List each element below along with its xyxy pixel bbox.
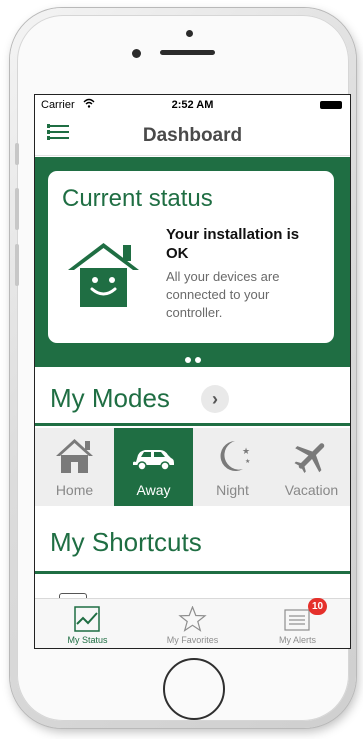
car-icon xyxy=(133,450,174,471)
tab-label: My Status xyxy=(67,635,108,645)
mute-switch xyxy=(15,143,19,165)
front-camera xyxy=(186,30,193,37)
home-button[interactable] xyxy=(163,658,225,720)
clock: 2:52 AM xyxy=(171,99,214,111)
status-card[interactable]: Current status Your installation is OK A… xyxy=(48,171,334,343)
tab-my-favorites[interactable]: My Favorites xyxy=(140,599,245,648)
tab-label: My Alerts xyxy=(278,635,316,645)
tab-label: My Favorites xyxy=(166,635,219,645)
status-card-title: Current status xyxy=(62,185,213,212)
chevron-right-icon[interactable]: › xyxy=(201,385,229,413)
star-icon xyxy=(178,606,207,632)
house-icon xyxy=(56,439,93,473)
happy-house-icon xyxy=(68,243,139,307)
svg-text:★: ★ xyxy=(242,447,250,457)
shortcuts-divider xyxy=(35,571,350,574)
page-title: Dashboard xyxy=(142,125,243,146)
mode-home[interactable]: Home xyxy=(35,428,114,506)
status-headline: Your installation is OK xyxy=(166,226,300,262)
earpiece-speaker xyxy=(160,50,215,55)
mode-vacation[interactable]: Vacation xyxy=(272,428,350,506)
tab-bar: My Status My Favorites My Alerts xyxy=(35,598,350,648)
status-carousel[interactable]: Current status Your installation is OK A… xyxy=(35,157,350,367)
svg-text:★: ★ xyxy=(245,458,250,465)
volume-up-button xyxy=(15,188,19,230)
airplane-icon xyxy=(294,443,325,473)
status-bar: Carrier 2:52 AM xyxy=(35,95,350,115)
page-indicator[interactable] xyxy=(35,350,350,368)
shortcuts-section-title: My Shortcuts xyxy=(50,527,202,557)
app-screen: Carrier 2:52 AM Dashboard Current status… xyxy=(34,94,351,649)
status-detail: All your devices are connected to your c… xyxy=(166,269,280,320)
alerts-badge: 10 xyxy=(308,598,327,615)
modes-section-title: My Modes xyxy=(50,383,170,413)
nav-bar: Dashboard xyxy=(35,115,350,156)
moon-icon: ★ ★ xyxy=(220,441,250,471)
volume-down-button xyxy=(15,244,19,286)
battery-icon xyxy=(320,101,342,109)
modes-divider xyxy=(35,423,350,426)
tab-my-status[interactable]: My Status xyxy=(35,599,140,648)
proximity-sensor xyxy=(132,49,141,58)
mode-label: Home xyxy=(55,482,94,498)
mode-label: Night xyxy=(216,482,249,498)
mode-label: Vacation xyxy=(284,482,339,498)
tab-my-alerts[interactable]: My Alerts xyxy=(245,599,350,648)
mode-label: Away xyxy=(136,482,171,498)
mode-night[interactable]: ★ ★ Night xyxy=(193,428,272,506)
mode-away[interactable]: Away xyxy=(114,428,193,506)
pulse-chart-icon xyxy=(74,606,100,632)
alerts-list-icon xyxy=(284,609,310,631)
modes-row: Home Away ★ ★ Night Vacation xyxy=(35,428,350,506)
